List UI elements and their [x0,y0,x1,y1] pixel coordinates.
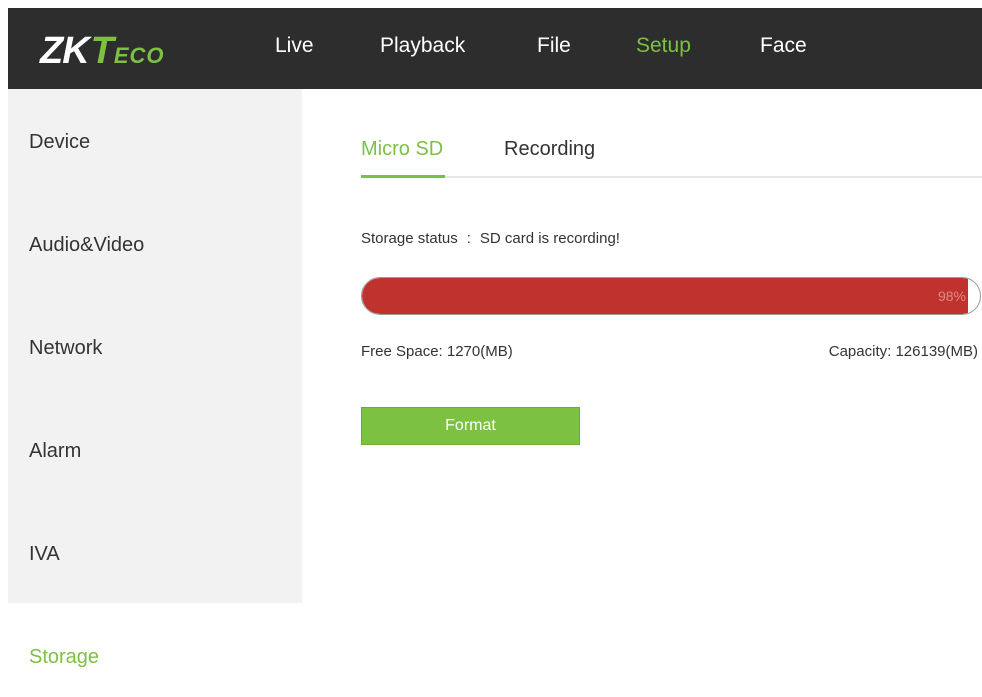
tab-recording[interactable]: Recording [504,138,595,161]
storage-status-row: Storage status: SD card is recording! [361,230,620,247]
sidebar-item-iva[interactable]: IVA [29,543,60,566]
tab-micro-sd[interactable]: Micro SD [361,138,443,161]
logo-t-text: T [90,30,114,72]
storage-status-separator: : [466,230,471,247]
nav-live[interactable]: Live [275,34,314,58]
storage-usage-bar: 98% [361,277,981,315]
storage-usage-percent: 98% [937,288,966,304]
nav-playback[interactable]: Playback [380,34,465,58]
active-tab-indicator [361,175,445,178]
sidebar-item-audio-video[interactable]: Audio&Video [29,234,144,257]
nav-face[interactable]: Face [760,34,807,58]
logo-zk-text: ZK [40,30,90,72]
app-window: ZK T ECO Live Playback File Setup Face D… [0,0,982,697]
sidebar-item-device[interactable]: Device [29,131,90,154]
storage-tabs: Micro SD Recording [361,130,982,178]
capacity-text: Capacity: 126139(MB) [828,343,978,360]
sidebar-item-storage[interactable]: Storage [29,646,99,669]
window-edge [0,0,8,697]
storage-usage-fill [362,278,968,314]
storage-status-value: SD card is recording! [479,230,620,247]
free-space-text: Free Space: 1270(MB) [361,343,513,360]
format-button[interactable]: Format [361,407,580,445]
logo-eco-text: ECO [113,43,165,68]
sidebar-item-alarm[interactable]: Alarm [29,440,81,463]
nav-file[interactable]: File [537,34,571,58]
nav-setup[interactable]: Setup [636,34,691,58]
storage-status-label: Storage status [361,230,458,247]
top-nav-bar: ZK T ECO Live Playback File Setup Face [8,8,982,89]
zkteco-logo: ZK T ECO [40,30,165,72]
sidebar-item-network[interactable]: Network [29,337,102,360]
